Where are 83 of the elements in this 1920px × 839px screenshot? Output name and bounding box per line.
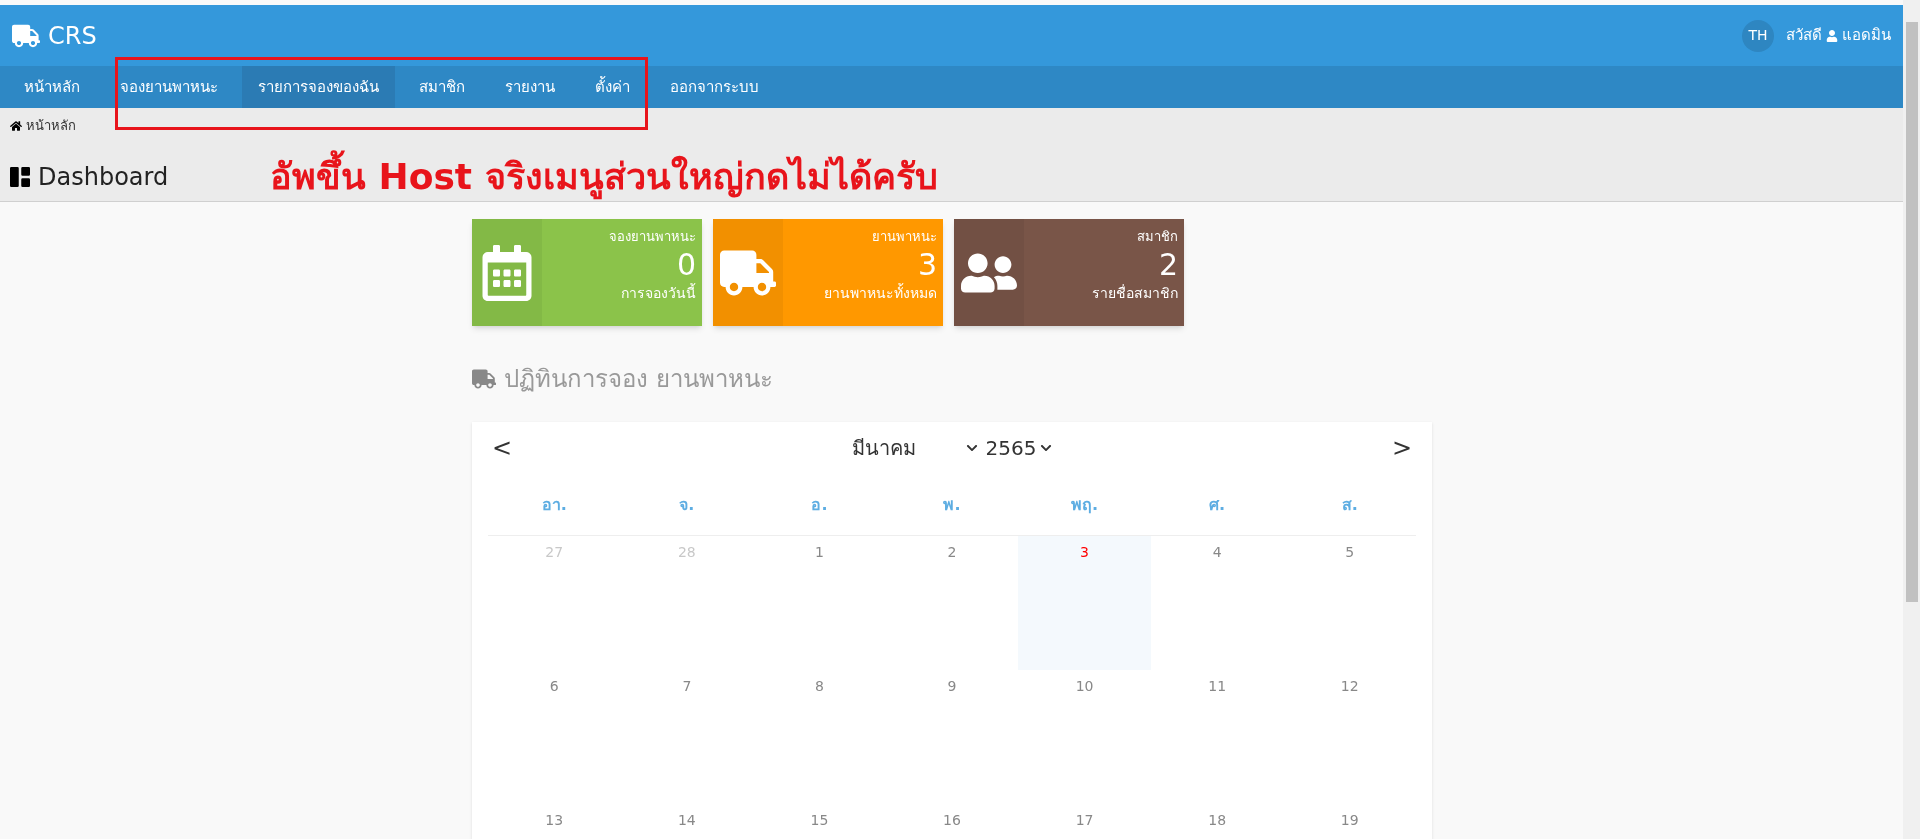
user-name[interactable]: แอดมิน [1842,24,1891,47]
next-month-button[interactable]: > [1391,430,1412,466]
day-number: 9 [947,677,957,696]
nav-item[interactable]: ตั้งค่า [579,66,646,108]
stat-card[interactable]: สมาชิก 2 รายชื่อสมาชิก [954,219,1184,326]
day-number: 19 [1340,811,1359,830]
stat-caption: รายชื่อสมาชิก [1092,283,1178,303]
day-number: 17 [1075,811,1094,830]
day-number: 11 [1208,677,1227,696]
home-icon [10,119,22,132]
day-number: 15 [810,811,829,830]
day-number: 6 [549,677,559,696]
day-cell[interactable]: 2 [885,536,1019,670]
stat-caption: ยานพาหนะทั้งหมด [824,282,937,303]
weekday-label: พฤ. [1070,493,1100,516]
day-number: 16 [943,811,961,830]
prev-month-button[interactable]: < [492,430,513,466]
day-cell[interactable]: 3 [1018,536,1151,670]
language-avatar[interactable]: TH [1742,19,1774,52]
weekday-label: ศ. [1208,493,1227,516]
day-cell[interactable]: 12 [1283,670,1416,804]
day-number: 18 [1208,811,1227,830]
breadcrumb-link[interactable]: หน้าหลัก [26,116,76,136]
chevron-down-icon [1040,442,1053,454]
day-number: 13 [545,811,564,830]
nav-item[interactable]: รายงาน [489,66,571,108]
nav-item[interactable]: ออกจากระบบ [654,66,775,108]
stat-value: 2 [1158,246,1178,283]
day-cell[interactable]: 1 [753,536,886,670]
page-title: Dashboard [38,161,169,193]
truck-icon [472,367,496,391]
day-cell[interactable]: 13 [488,804,621,839]
day-number: 7 [682,677,692,696]
stat-card[interactable]: ยานพาหนะ 3 ยานพาหนะทั้งหมด [713,219,943,326]
day-number: 1 [814,543,824,562]
calendar-heading: ปฏิทินการจอง ยานพาหนะ [504,364,773,395]
month-select[interactable]: มีนาคม [851,433,978,463]
day-cell[interactable]: 5 [1283,536,1416,670]
nav-item[interactable]: รายการจองของฉัน [242,66,395,108]
day-cell[interactable]: 14 [620,804,754,839]
day-number: 2 [947,543,957,562]
greeting-text: สวัสดี [1786,25,1822,47]
chevron-down-icon [965,442,978,454]
year-select[interactable]: 2565 [985,433,1053,463]
stat-title: สมาชิก [1137,228,1178,246]
nav-item[interactable]: สมาชิก [403,66,481,108]
day-cell[interactable]: 8 [753,670,886,804]
stat-title: จองยานพาหนะ [609,228,696,246]
day-cell[interactable]: 15 [753,804,886,839]
day-number: 5 [1345,543,1355,562]
day-cell[interactable]: 16 [885,804,1019,839]
day-number: 10 [1075,677,1094,696]
day-cell[interactable]: 10 [1018,670,1151,804]
day-cell[interactable]: 18 [1150,804,1284,839]
weekday-label: อา. [540,493,568,516]
day-cell[interactable]: 6 [488,670,621,804]
weekday-label: จ. [678,493,696,516]
day-number: 14 [677,811,696,830]
dashboard-icon [10,166,30,187]
nav-item[interactable]: จองยานพาหนะ [104,66,234,108]
day-cell[interactable]: 17 [1018,804,1151,839]
day-cell[interactable]: 7 [620,670,754,804]
day-cell[interactable]: 11 [1150,670,1284,804]
stat-caption: การจองวันนี้ [621,282,696,303]
stat-title: ยานพาหนะ [872,228,937,246]
stat-card[interactable]: จองยานพาหนะ 0 การจองวันนี้ [472,219,702,326]
day-number: 8 [814,677,824,696]
stat-value: 0 [676,246,696,283]
brand-title[interactable]: CRS [48,17,97,54]
day-number: 12 [1340,677,1359,696]
user-icon [1826,29,1838,42]
weekday-label: พ. [942,493,962,516]
stat-value: 3 [917,246,937,283]
day-number: 3 [1080,543,1089,562]
weekday-label: ส. [1340,493,1359,516]
nav-item[interactable]: หน้าหลัก [8,66,96,108]
day-cell[interactable]: 19 [1283,804,1416,839]
scrollbar[interactable] [1903,0,1920,839]
annotation-text: อัพขึ้น Host จริงเมนูส่วนใหญ่กดไม่ได้ครับ [270,149,938,204]
day-cell[interactable]: 9 [885,670,1019,804]
weekday-label: อ. [810,493,829,516]
day-number: 4 [1212,543,1222,562]
day-cell[interactable]: 4 [1150,536,1284,670]
